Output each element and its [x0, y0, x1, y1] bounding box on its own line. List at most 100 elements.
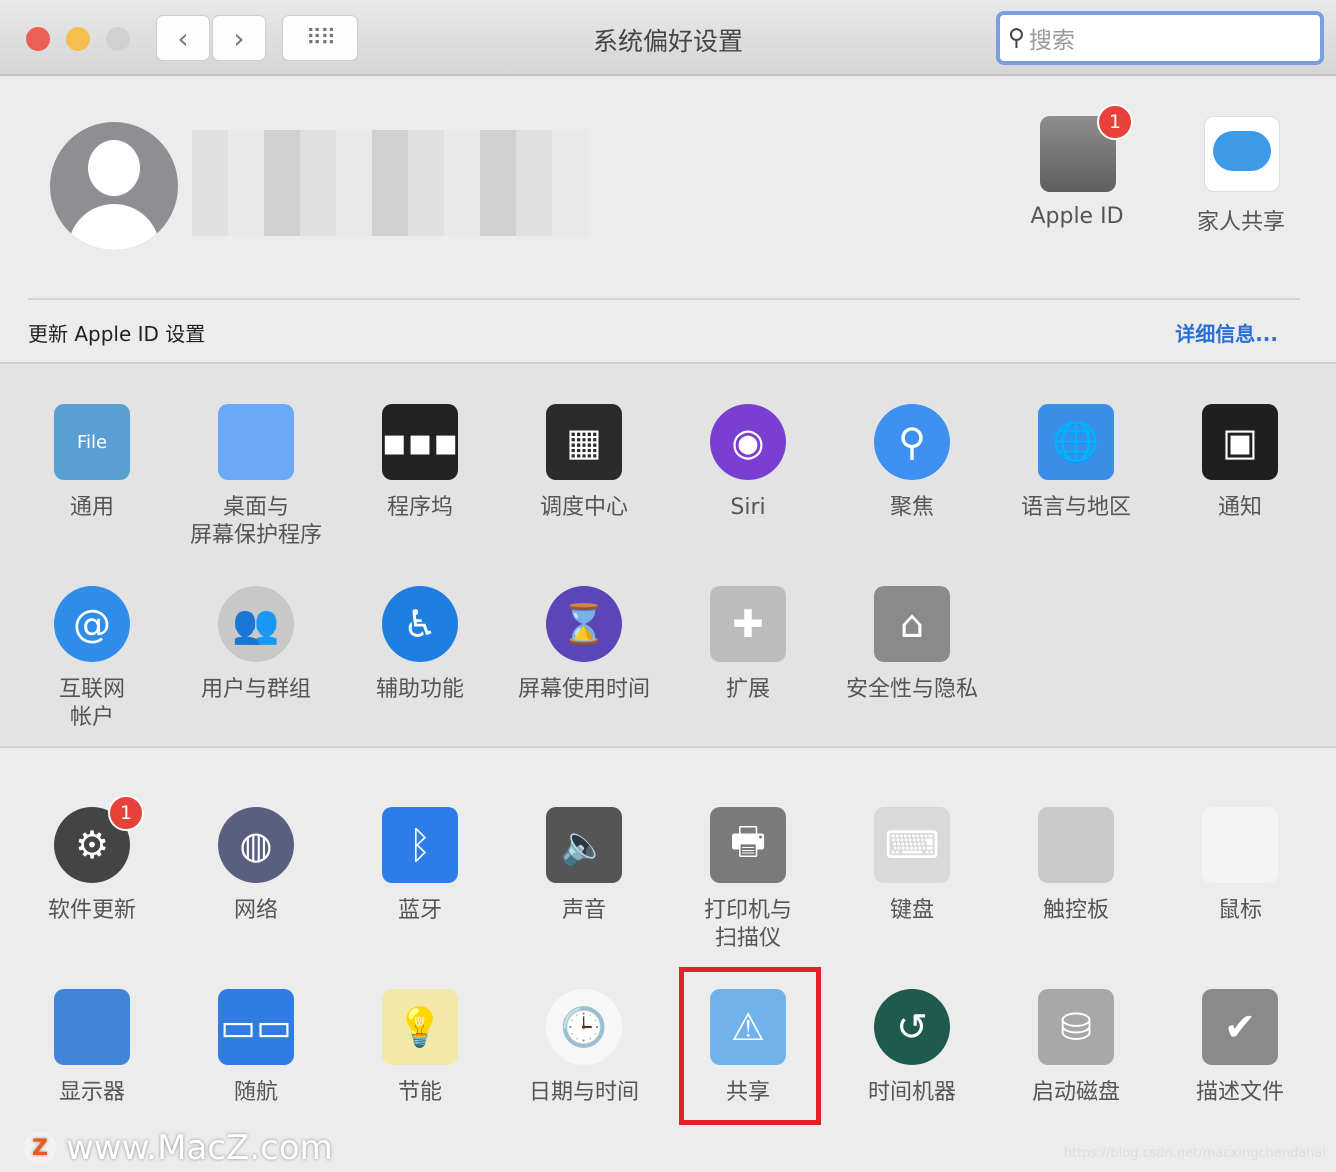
pref-general[interactable]: File 通用 [10, 404, 174, 522]
pref-spotlight[interactable]: ⚲ 聚焦 [830, 404, 994, 522]
pref-startup-disk[interactable]: ⛁ 启动磁盘 [994, 989, 1158, 1107]
watermark-text: www.MacZ.com [66, 1128, 333, 1168]
network-icon: ◍ [218, 807, 294, 883]
title-bar: ‹ › ⠿⠿ 系统偏好设置 ⚲ 搜索 [0, 0, 1336, 76]
date-time-icon: 🕒 [546, 989, 622, 1065]
pref-label: 打印机与 扫描仪 [703, 898, 792, 951]
startup-disk-icon: ⛁ [1038, 989, 1114, 1065]
pref-keyboard[interactable]: ⌨ 键盘 [830, 807, 994, 925]
pref-printers-scanners[interactable]: 🖶 打印机与 扫描仪 [666, 807, 830, 953]
displays-icon [54, 989, 130, 1065]
pref-sound[interactable]: 🔈 声音 [502, 807, 666, 925]
account-header: 1 Apple ID 家人共享 [0, 76, 1336, 300]
pref-label: 网络 [233, 898, 278, 923]
update-badge: 1 [108, 795, 144, 831]
pref-date-time[interactable]: 🕒 日期与时间 [502, 989, 666, 1107]
extensions-icon: ✚ [710, 586, 786, 662]
pref-label: 日期与时间 [528, 1080, 639, 1105]
pref-label: 触控板 [1042, 898, 1109, 923]
hardware-prefs-section: ⚙ 1 软件更新 ◍ 网络 ᛒ 蓝牙 🔈 声音 🖶 打印机与 扫描仪 ⌨ 键盘 触控板 鼠标 显示器 ▭▭ 随航 💡… [0, 748, 1336, 1172]
sound-icon: 🔈 [546, 807, 622, 883]
pref-screen-time[interactable]: ⌛ 屏幕使用时间 [502, 586, 666, 704]
pref-network[interactable]: ◍ 网络 [174, 807, 338, 925]
pref-notifications[interactable]: ▣ 通知 [1158, 404, 1322, 522]
pref-label: 聚焦 [889, 495, 934, 520]
siri-icon: ◉ [710, 404, 786, 480]
pref-label: 节能 [397, 1080, 442, 1105]
divider [28, 298, 1300, 300]
pref-label: 蓝牙 [397, 898, 442, 923]
dock-icon: ▪▪▪ [381, 404, 459, 480]
pref-label: Siri [730, 495, 766, 520]
pref-label: 辅助功能 [375, 677, 464, 702]
trackpad-icon [1038, 807, 1114, 883]
search-input[interactable]: ⚲ 搜索 [996, 11, 1324, 65]
time-machine-icon: ↺ [874, 989, 950, 1065]
pref-time-machine[interactable]: ↺ 时间机器 [830, 989, 994, 1107]
pref-mission-control[interactable]: ▦ 调度中心 [502, 404, 666, 522]
pref-label: 用户与群组 [200, 677, 311, 702]
pref-label: 通用 [69, 495, 114, 520]
source-watermark: https://blog.csdn.net/macxingchendahai [1063, 1146, 1326, 1161]
bluetooth-icon: ᛒ [382, 807, 458, 883]
pref-bluetooth[interactable]: ᛒ 蓝牙 [338, 807, 502, 925]
apple-id-badge: 1 [1097, 104, 1133, 140]
notifications-icon: ▣ [1202, 404, 1278, 480]
language-region-icon: 🌐 [1038, 404, 1114, 480]
printers-scanners-icon: 🖶 [710, 807, 786, 883]
screen-time-icon: ⌛ [546, 586, 622, 662]
spotlight-icon: ⚲ [874, 404, 950, 480]
energy-saver-icon: 💡 [382, 989, 458, 1065]
pref-displays[interactable]: 显示器 [10, 989, 174, 1107]
pref-desktop-screensaver[interactable]: 桌面与 屏幕保护程序 [174, 404, 338, 550]
desktop-screensaver-icon [218, 404, 294, 480]
internet-accounts-icon: @ [54, 586, 130, 662]
pref-label: 鼠标 [1217, 898, 1262, 923]
pref-dock[interactable]: ▪▪▪ 程序坞 [338, 404, 502, 522]
pref-label: 软件更新 [47, 898, 136, 923]
avatar[interactable] [50, 122, 178, 250]
pref-label: 随航 [233, 1080, 278, 1105]
pref-label: 安全性与隐私 [845, 677, 978, 702]
pref-label: 调度中心 [539, 495, 628, 520]
pref-label: 声音 [561, 898, 606, 923]
pref-internet-accounts[interactable]: @ 互联网 帐户 [10, 586, 174, 732]
search-placeholder: 搜索 [1028, 28, 1075, 54]
pref-profiles[interactable]: ✔ 描述文件 [1158, 989, 1322, 1107]
pref-label: 通知 [1217, 495, 1262, 520]
users-groups-icon: 👥 [218, 586, 294, 662]
pref-security-privacy[interactable]: ⌂ 安全性与隐私 [830, 586, 994, 704]
pref-label: 程序坞 [386, 495, 453, 520]
pref-label: 键盘 [889, 898, 934, 923]
pref-label: 扩展 [725, 677, 770, 702]
pref-label: 互联网 帐户 [58, 677, 125, 730]
pref-language-region[interactable]: 🌐 语言与地区 [994, 404, 1158, 522]
pref-users-groups[interactable]: 👥 用户与群组 [174, 586, 338, 704]
family-sharing-label[interactable]: 家人共享 [1161, 204, 1321, 236]
pref-software-update[interactable]: ⚙ 1 软件更新 [10, 795, 174, 925]
apple-id-label[interactable]: Apple ID [997, 204, 1157, 229]
pref-label: 启动磁盘 [1031, 1080, 1120, 1105]
keyboard-icon: ⌨ [874, 807, 950, 883]
pref-label: 显示器 [58, 1080, 125, 1105]
pref-sidecar[interactable]: ▭▭ 随航 [174, 989, 338, 1107]
redacted-account-name [192, 130, 588, 236]
pref-extensions[interactable]: ✚ 扩展 [666, 586, 830, 704]
pref-siri[interactable]: ◉ Siri [666, 404, 830, 522]
general-icon: File [54, 404, 130, 480]
pref-accessibility[interactable]: ♿ 辅助功能 [338, 586, 502, 704]
profiles-icon: ✔ [1202, 989, 1278, 1065]
security-privacy-icon: ⌂ [874, 586, 950, 662]
pref-label: 屏幕使用时间 [517, 677, 650, 702]
family-sharing-icon[interactable] [1204, 116, 1280, 192]
mouse-icon [1202, 807, 1278, 883]
personal-prefs-section: File 通用 桌面与 屏幕保护程序 ▪▪▪ 程序坞 ▦ 调度中心 ◉ Siri ⚲ 聚焦 🌐 语言与地… [0, 362, 1336, 748]
pref-label: 描述文件 [1195, 1080, 1284, 1105]
pref-energy-saver[interactable]: 💡 节能 [338, 989, 502, 1107]
pref-trackpad[interactable]: 触控板 [994, 807, 1158, 925]
highlight-box [679, 967, 821, 1125]
pref-mouse[interactable]: 鼠标 [1158, 807, 1322, 925]
pref-label: 时间机器 [867, 1080, 956, 1105]
details-link[interactable]: 详细信息... [1175, 318, 1278, 347]
pref-label: 语言与地区 [1020, 495, 1131, 520]
